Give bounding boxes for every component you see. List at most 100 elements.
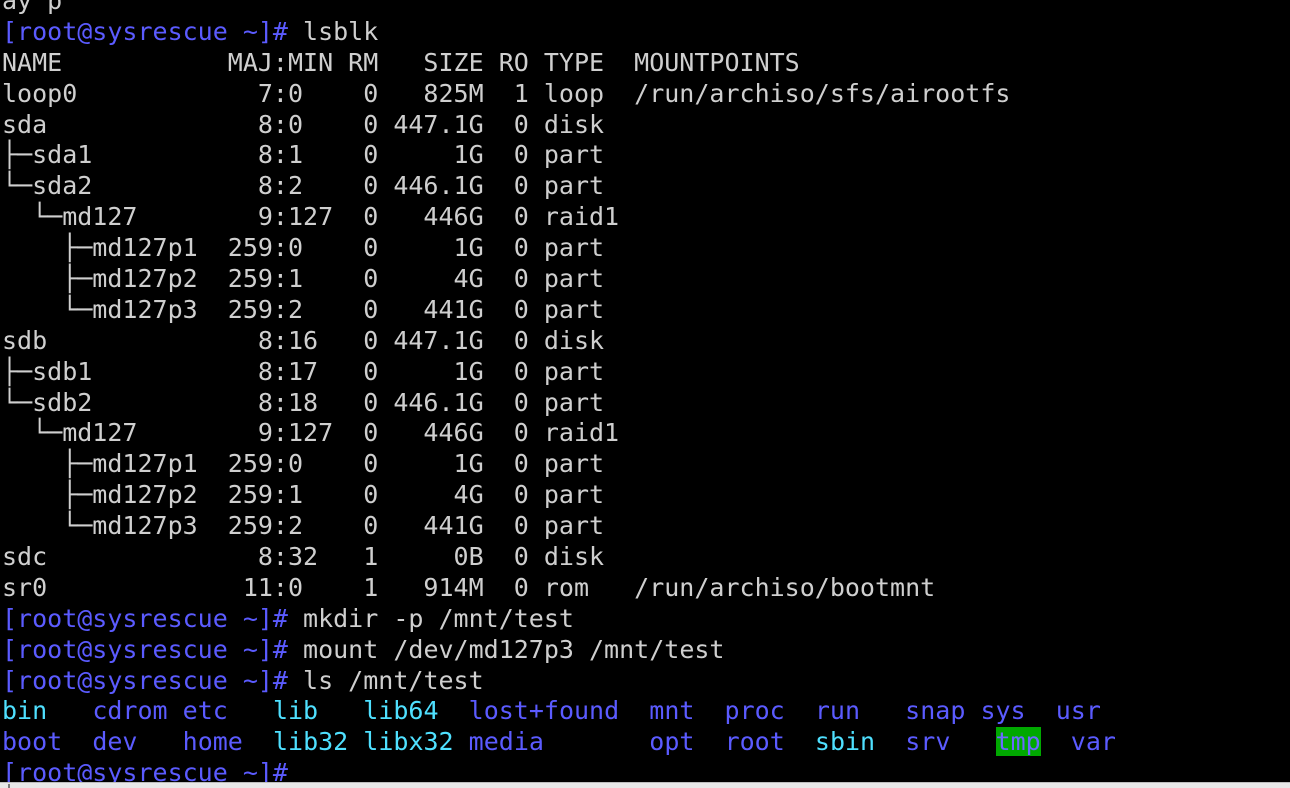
output-line: └─sda2 8:2 0 446.1G 0 part [2, 171, 1116, 202]
output-text: NAME MAJ:MIN RM SIZE RO TYPE MOUNTPOINTS [2, 47, 800, 77]
command-text: mount /dev/md127p3 /mnt/test [303, 634, 725, 664]
output-line: ├─sda1 8:1 0 1G 0 part [2, 140, 1116, 171]
command-text: ls /mnt/test [303, 665, 484, 695]
dir-entry: libx32 [363, 727, 454, 757]
output-line: sr0 11:0 1 914M 0 rom /run/archiso/bootm… [2, 573, 1116, 604]
output-text: ├─md127p2 259:1 0 4G 0 part [2, 480, 605, 510]
output-line: └─md127p3 259:2 0 441G 0 part [2, 511, 1116, 542]
dir-entry: dev [92, 727, 138, 757]
output-text: ├─md127p2 259:1 0 4G 0 part [2, 264, 605, 294]
dir-entry: sbin [814, 727, 876, 757]
prompt-line: [root@sysrescue ~]# lsblk [2, 17, 1116, 48]
output-line: sda 8:0 0 447.1G 0 disk [2, 110, 1116, 141]
prompt-text: [root@sysrescue ~]# [2, 758, 304, 782]
dir-entry: root [724, 727, 785, 757]
dir-entry: snap [905, 696, 966, 726]
dir-entry: etc [182, 696, 228, 726]
output-line: ay p [2, 0, 1116, 17]
dir-entry: run [814, 696, 861, 726]
output-text: └─md127 9:127 0 446G 0 raid1 [2, 202, 620, 232]
output-line: └─md127p3 259:2 0 441G 0 part [2, 295, 1116, 326]
output-text: loop0 7:0 0 825M 1 loop /run/archiso/sfs… [2, 78, 1011, 108]
output-line: sdc 8:32 1 0B 0 disk [2, 542, 1116, 573]
output-text: ├─md127p1 259:0 0 1G 0 part [2, 449, 605, 479]
prompt-text: [root@sysrescue ~]# [2, 603, 304, 633]
output-line: ├─md127p2 259:1 0 4G 0 part [2, 264, 1116, 295]
output-line: bin cdrom etc lib lib64 lost+found mnt p… [2, 696, 1116, 727]
output-line: ├─md127p1 259:0 0 1G 0 part [2, 233, 1116, 264]
output-text: └─md127p3 259:2 0 441G 0 part [2, 511, 605, 541]
dir-entry: lib [272, 696, 319, 726]
prompt-line: [root@sysrescue ~]# [2, 758, 1116, 782]
output-line: └─md127 9:127 0 446G 0 raid1 [2, 418, 1116, 449]
dir-entry: usr [1055, 696, 1101, 726]
strip-tick-icon [8, 784, 10, 788]
dir-entry: tmp [995, 727, 1041, 757]
output-text: ├─sda1 8:1 0 1G 0 part [2, 140, 605, 170]
dir-entry: var [1070, 727, 1116, 757]
output-text: └─sda2 8:2 0 446.1G 0 part [2, 171, 605, 201]
bottom-scroll-strip[interactable] [0, 782, 1290, 788]
output-text: └─md127p3 259:2 0 441G 0 part [2, 294, 605, 324]
dir-entry: opt [649, 727, 695, 757]
output-line: ├─sdb1 8:17 0 1G 0 part [2, 357, 1116, 388]
output-text: sdc 8:32 1 0B 0 disk [2, 542, 605, 572]
terminal-output: ay p [root@sysrescue ~]# lsblk NAME MAJ:MI… [2, 0, 1116, 782]
output-line: ├─md127p2 259:1 0 4G 0 part [2, 480, 1116, 511]
output-line: └─md127 9:127 0 446G 0 raid1 [2, 202, 1116, 233]
dir-entry: lib64 [363, 696, 439, 726]
terminal-window[interactable]: ay p [root@sysrescue ~]# lsblk NAME MAJ:MI… [0, 0, 1290, 782]
output-line: loop0 7:0 0 825M 1 loop /run/archiso/sfs… [2, 79, 1116, 110]
dir-entry: srv [905, 727, 951, 757]
output-line: sdb 8:16 0 447.1G 0 disk [2, 326, 1116, 357]
output-text: sda 8:0 0 447.1G 0 disk [2, 109, 605, 139]
output-line: └─sdb2 8:18 0 446.1G 0 part [2, 388, 1116, 419]
dir-entry: media [468, 727, 544, 757]
dir-entry: lib32 [272, 727, 349, 757]
command-text: lsblk [303, 16, 379, 46]
prompt-text: [root@sysrescue ~]# [2, 16, 304, 46]
dir-entry: bin [2, 696, 48, 726]
prompt-line: [root@sysrescue ~]# mkdir -p /mnt/test [2, 604, 1116, 635]
output-text: sdb 8:16 0 447.1G 0 disk [2, 325, 605, 355]
output-text: ay p [2, 0, 63, 15]
output-line: NAME MAJ:MIN RM SIZE RO TYPE MOUNTPOINTS [2, 48, 1116, 79]
dir-entry: mnt [649, 696, 695, 726]
prompt-line: [root@sysrescue ~]# mount /dev/md127p3 /… [2, 635, 1116, 666]
output-text: ├─md127p1 259:0 0 1G 0 part [2, 233, 605, 263]
dir-entry: cdrom [92, 696, 168, 726]
prompt-text: [root@sysrescue ~]# [2, 665, 304, 695]
dir-entry: home [182, 727, 243, 757]
dir-entry: boot [2, 727, 63, 757]
prompt-line: [root@sysrescue ~]# ls /mnt/test [2, 666, 1116, 697]
output-text: sr0 11:0 1 914M 0 rom /run/archiso/bootm… [2, 572, 936, 602]
output-text: └─md127 9:127 0 446G 0 raid1 [2, 418, 620, 448]
output-text: ├─sdb1 8:17 0 1G 0 part [2, 356, 605, 386]
dir-entry: sys [980, 696, 1026, 726]
command-text: mkdir -p /mnt/test [303, 603, 574, 633]
prompt-text: [root@sysrescue ~]# [2, 634, 304, 664]
output-text: └─sdb2 8:18 0 446.1G 0 part [2, 387, 605, 417]
dir-entry: lost+found [468, 696, 620, 726]
output-line: ├─md127p1 259:0 0 1G 0 part [2, 449, 1116, 480]
dir-entry: proc [724, 696, 785, 726]
